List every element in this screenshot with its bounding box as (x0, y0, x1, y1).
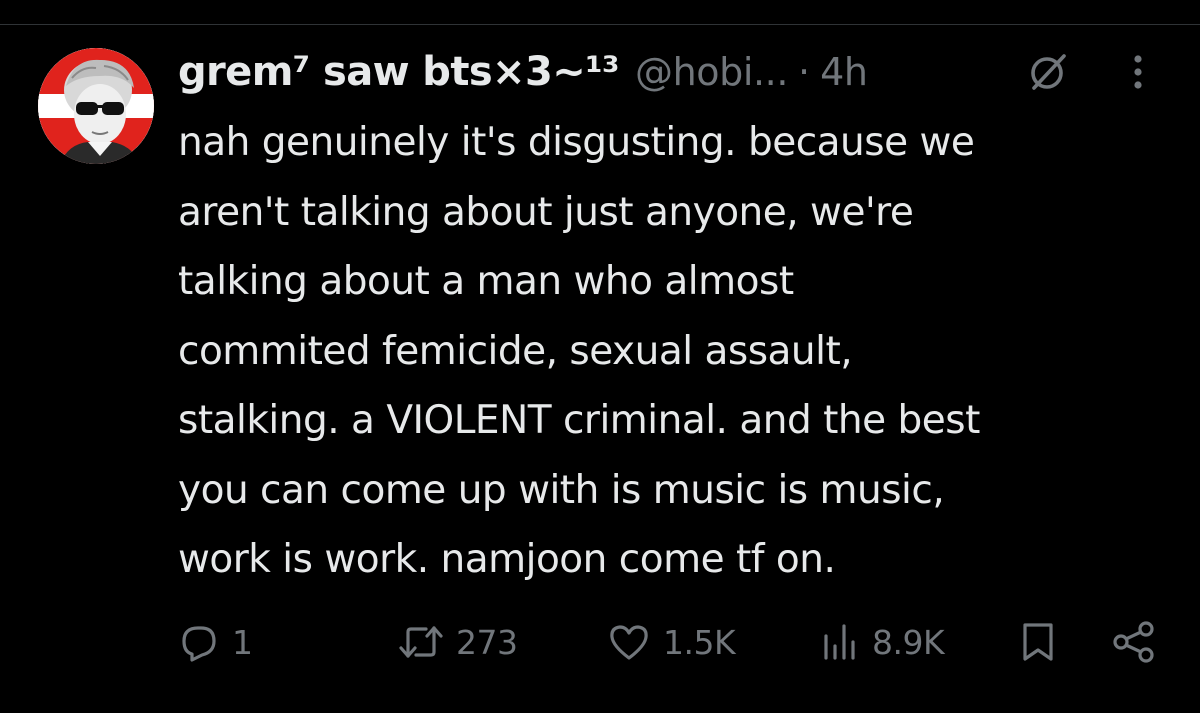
timestamp[interactable]: 4h (820, 50, 868, 94)
like-icon (610, 625, 648, 660)
display-name[interactable]: grem⁷ saw bts×3~¹³ (178, 49, 620, 95)
retweet-button[interactable]: 273 (398, 612, 518, 672)
reply-button[interactable]: 1 (178, 612, 253, 672)
tweet-text-line: talking about a man who almost (178, 259, 794, 304)
like-count: 1.5K (663, 622, 736, 662)
share-button[interactable] (1110, 612, 1160, 672)
tweet-text-line: aren't talking about just anyone, we're (178, 189, 914, 235)
share-icon (1113, 621, 1154, 663)
tweet-text-line: stalking. a VIOLENT criminal. and the be… (178, 398, 980, 443)
views-icon (824, 624, 855, 660)
tweet-text-line: nah genuinely it's disgusting. because w… (178, 120, 975, 165)
reply-count: 1 (232, 622, 253, 662)
reply-icon (182, 626, 216, 662)
separator-dot: · (798, 50, 811, 94)
action-bar: 1 273 1.5K 8.9K (0, 612, 1200, 672)
bookmark-icon (1023, 623, 1053, 661)
tweet-text-line: work is work. namjoon come tf on. (178, 537, 836, 582)
user-handle[interactable]: @hobi... (635, 50, 788, 94)
bookmark-button[interactable] (1018, 612, 1058, 672)
avatar-photo (38, 48, 154, 164)
tweet-header: grem⁷ saw bts×3~¹³ @hobi... · 4h (178, 42, 868, 102)
grok-icon[interactable] (1026, 50, 1070, 94)
views-button[interactable]: 8.9K (820, 612, 945, 672)
retweet-count: 273 (456, 622, 518, 662)
tweet-text-line: commited femicide, sexual assault, (178, 328, 853, 374)
more-icon[interactable] (1124, 50, 1152, 94)
avatar[interactable] (38, 48, 154, 164)
tweet-text: nah genuinely it's disgusting. because w… (178, 108, 1178, 595)
like-button[interactable]: 1.5K (607, 612, 736, 672)
tweet-text-line: you can come up with is music is music, (178, 467, 945, 513)
retweet-icon (399, 626, 443, 658)
views-count: 8.9K (872, 622, 945, 662)
